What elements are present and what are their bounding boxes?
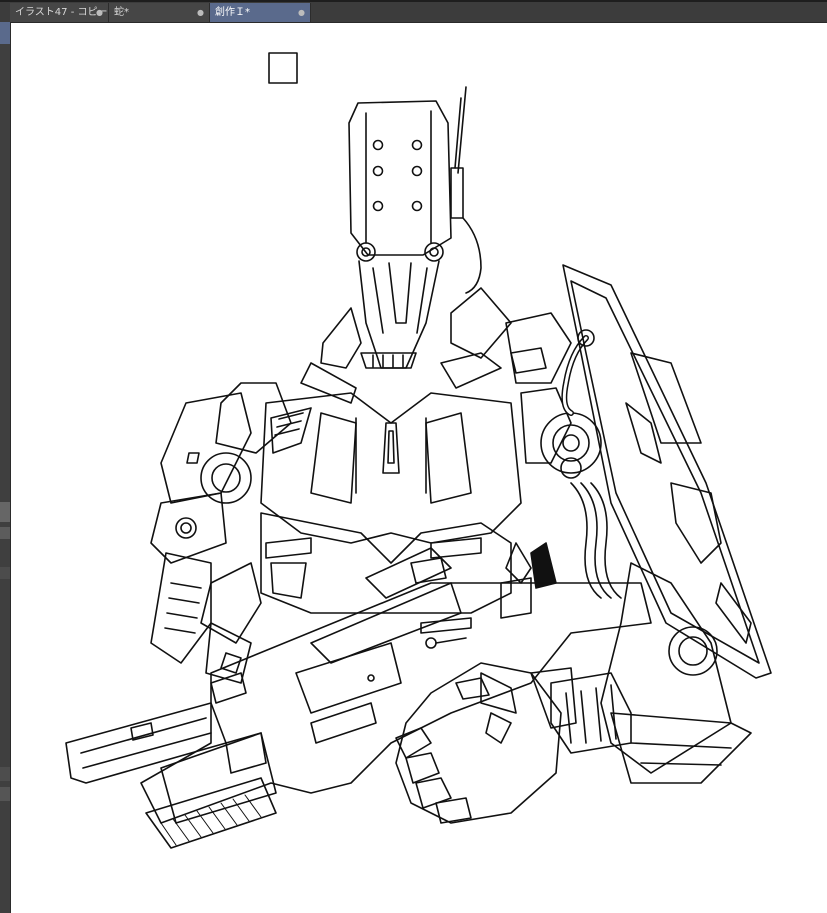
document-tab-bar: イラスト47 - コピー ● 蛇* ● 創作Ｉ* ● xyxy=(0,2,827,23)
tab-label: 蛇* xyxy=(114,7,129,18)
layer-panel-button-icon[interactable] xyxy=(0,22,10,44)
tab-label: 創作Ｉ* xyxy=(215,7,250,18)
dropdown-chevron-icon[interactable] xyxy=(0,787,10,801)
arm-shield xyxy=(562,264,772,679)
tab-original-1[interactable]: 創作Ｉ* ● xyxy=(210,3,311,22)
tab-close-dot-icon[interactable]: ● xyxy=(298,3,305,22)
robot-line-art xyxy=(65,52,772,849)
tab-close-dot-icon[interactable]: ● xyxy=(197,3,204,22)
duplicate-icon[interactable] xyxy=(0,527,10,539)
square-sketch-mark xyxy=(268,52,298,84)
tab-close-dot-icon[interactable]: ● xyxy=(96,3,103,22)
drawing-canvas[interactable] xyxy=(11,23,827,913)
tab-illustration-47-copy[interactable]: イラスト47 - コピー ● xyxy=(10,3,109,22)
tab-snake[interactable]: 蛇* ● xyxy=(109,3,210,22)
small-square-icon[interactable] xyxy=(0,567,10,579)
trash-icon[interactable] xyxy=(0,502,10,522)
robot-head xyxy=(348,100,452,256)
tab-label: イラスト47 - コピー xyxy=(15,7,108,18)
left-panel-edge xyxy=(0,22,11,913)
magnifier-icon[interactable] xyxy=(0,767,10,781)
